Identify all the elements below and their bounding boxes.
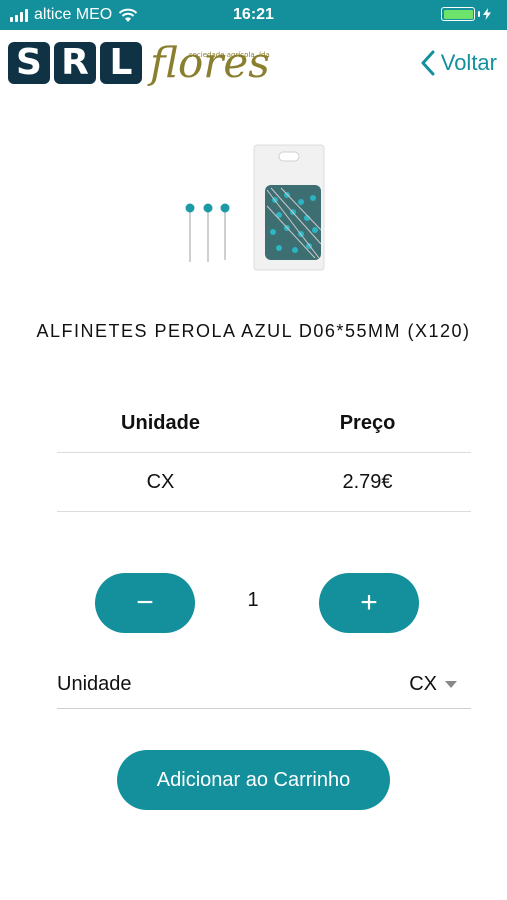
charging-bolt-icon [483,8,491,20]
logo-letter-r: R [54,42,96,84]
unit-cell: CX [146,470,175,493]
logo-letter-s: S [8,42,50,84]
back-button[interactable]: Voltar [421,50,497,76]
caret-down-icon [445,680,457,688]
pins-package-image [185,144,325,271]
logo-tagline: sociedade agrícola, lda [189,51,270,59]
status-bar: altice MEO 16:21 [0,0,507,30]
logo-word: flores sociedade agrícola, lda [150,42,270,84]
unit-select[interactable]: CX [409,673,457,696]
logo-letter-l: L [100,42,142,84]
table-row: CX 2.79€ [57,453,471,512]
price-cell: 2.79€ [342,470,393,493]
add-to-cart-button[interactable]: Adicionar ao Carrinho [117,750,390,810]
unit-selector-label: Unidade [57,672,132,695]
srl-flores-logo: S R L flores sociedade agrícola, lda [8,42,270,84]
status-time: 16:21 [233,6,274,23]
price-table-header: Unidade Preço [57,395,471,453]
battery-icon [441,7,491,21]
unit-selector-row: Unidade CX [57,660,471,709]
back-label: Voltar [440,50,497,75]
unit-column-header: Unidade [121,412,200,434]
increment-button[interactable]: + [319,573,419,633]
app-header: S R L flores sociedade agrícola, lda Vol… [0,30,507,100]
product-title: ALFINETES PEROLA AZUL D06*55MM (X120) [36,321,471,341]
decrement-button[interactable]: − [95,573,195,633]
chevron-left-icon [421,50,435,76]
unit-select-value: CX [409,672,437,695]
price-column-header: Preço [339,412,396,434]
quantity-value: 1 [247,589,259,611]
price-table: Unidade Preço CX 2.79€ [57,395,471,512]
